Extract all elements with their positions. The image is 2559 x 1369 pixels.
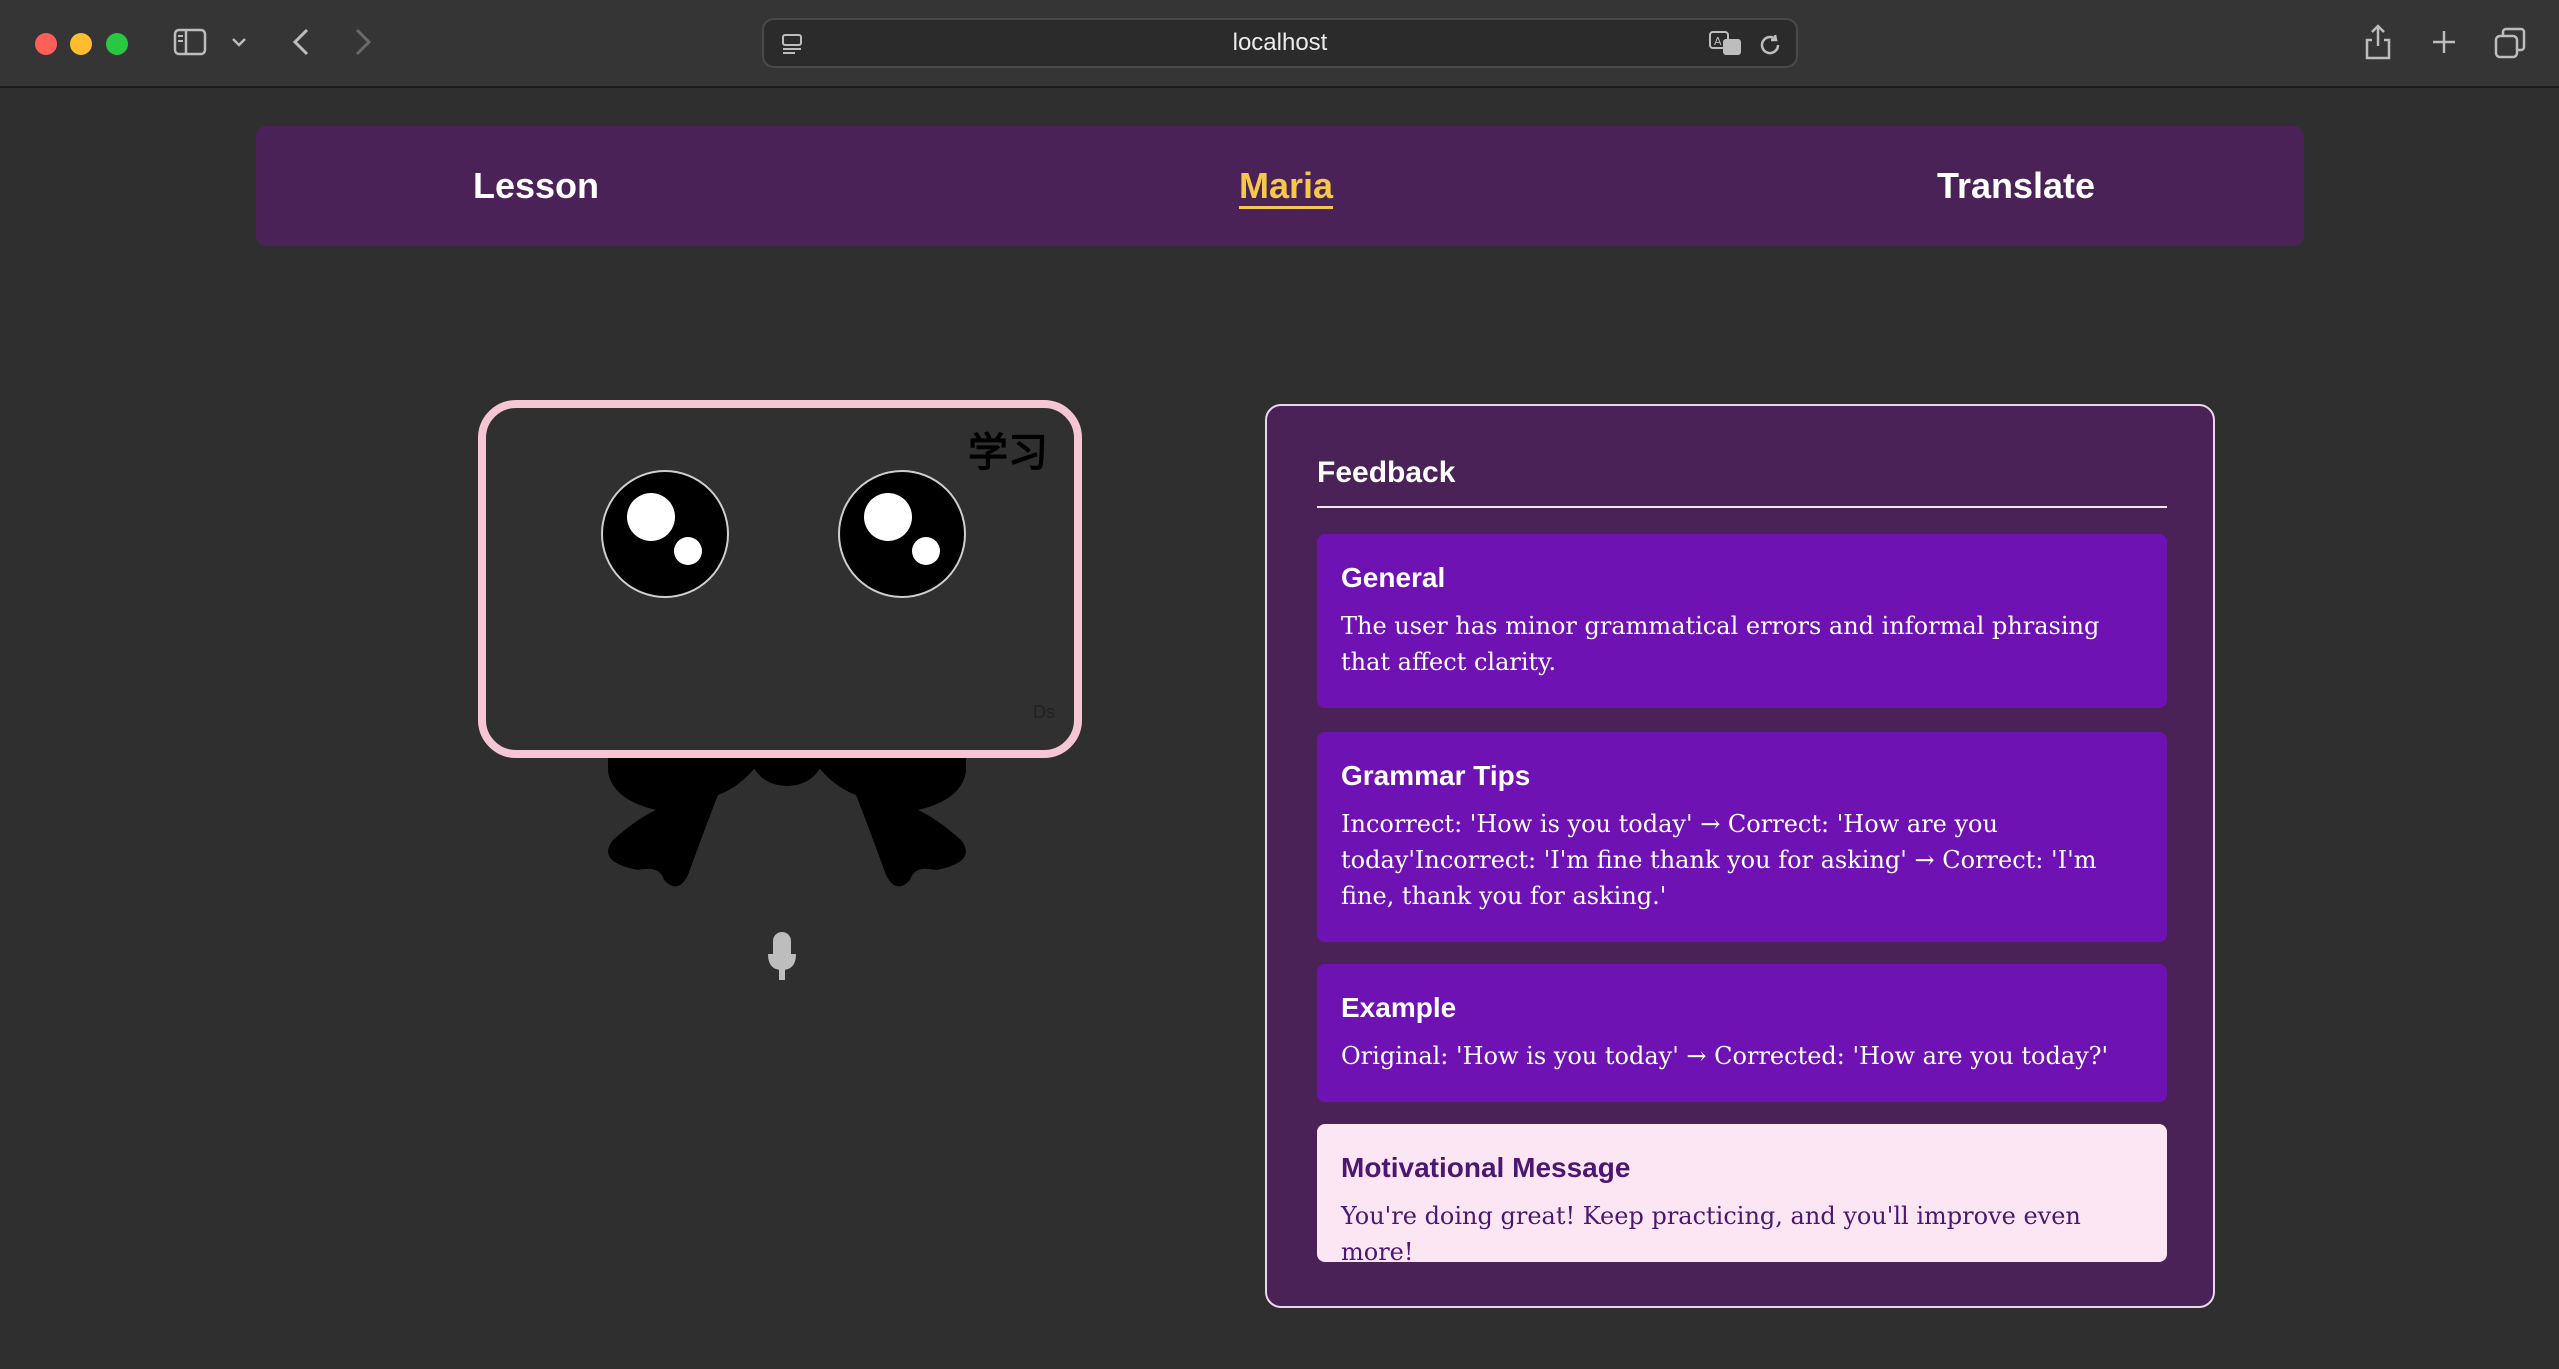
minimize-window-button[interactable] — [70, 33, 92, 55]
feedback-panel: Feedback General The user has minor gram… — [1265, 404, 2215, 1308]
nav-maria-link[interactable]: Maria — [1156, 126, 1416, 246]
feedback-card-general: General The user has minor grammatical e… — [1317, 534, 2167, 708]
card-text: Original: 'How is you today' → Corrected… — [1341, 1042, 2109, 1070]
feedback-divider — [1317, 506, 2167, 508]
feedback-card-example: Example Original: 'How is you today' → C… — [1317, 964, 2167, 1102]
card-text: Incorrect: 'How is you today' → Correct:… — [1341, 810, 2097, 910]
card-heading: Motivational Message — [1341, 1152, 1631, 1183]
share-icon[interactable] — [2362, 22, 2394, 62]
left-eye-icon — [601, 470, 729, 598]
feedback-card-grammar: Grammar Tips Incorrect: 'How is you toda… — [1317, 732, 2167, 942]
address-bar[interactable]: localhost A — [762, 18, 1798, 68]
zoom-window-button[interactable] — [106, 33, 128, 55]
microphone-icon — [768, 932, 796, 980]
forward-arrow-icon[interactable] — [348, 26, 378, 58]
url-text: localhost — [1232, 29, 1328, 56]
mascot-character: 学习 Ds — [478, 400, 1090, 900]
card-heading: Grammar Tips — [1341, 760, 1531, 791]
nav-lesson-link[interactable]: Lesson — [436, 126, 636, 246]
chevron-down-icon[interactable] — [228, 30, 250, 54]
nav-translate-link[interactable]: Translate — [1856, 126, 2176, 246]
feedback-card-motivation: Motivational Message You're doing great!… — [1317, 1124, 2167, 1266]
card-heading: Example — [1341, 992, 1457, 1023]
right-eye-icon — [838, 470, 966, 598]
main-nav: Lesson Maria Translate — [256, 126, 2304, 246]
card-heading: General — [1341, 562, 1446, 593]
plus-icon[interactable] — [2428, 26, 2460, 58]
browser-toolbar: localhost A — [0, 0, 2559, 88]
nav-translate-label: Translate — [1936, 165, 2096, 206]
card-text: You're doing great! Keep practicing, and… — [1341, 1202, 2081, 1266]
close-window-button[interactable] — [35, 33, 57, 55]
nav-maria-label: Maria — [1238, 165, 1334, 206]
tab-overview-icon[interactable] — [2493, 26, 2527, 60]
reload-icon[interactable] — [1756, 31, 1784, 59]
mascot-badge: 学习 — [968, 430, 1048, 476]
feedback-title: Feedback — [1317, 456, 1456, 489]
nav-lesson-label: Lesson — [472, 165, 600, 206]
microphone-button[interactable] — [764, 928, 800, 984]
svg-text:A: A — [1714, 35, 1722, 48]
translate-icon[interactable]: A — [1708, 30, 1744, 58]
sidebar-icon[interactable] — [172, 27, 208, 57]
card-text: The user has minor grammatical errors an… — [1341, 612, 2100, 676]
back-arrow-icon[interactable] — [286, 26, 316, 58]
mascot-tag: Ds — [1033, 702, 1055, 722]
